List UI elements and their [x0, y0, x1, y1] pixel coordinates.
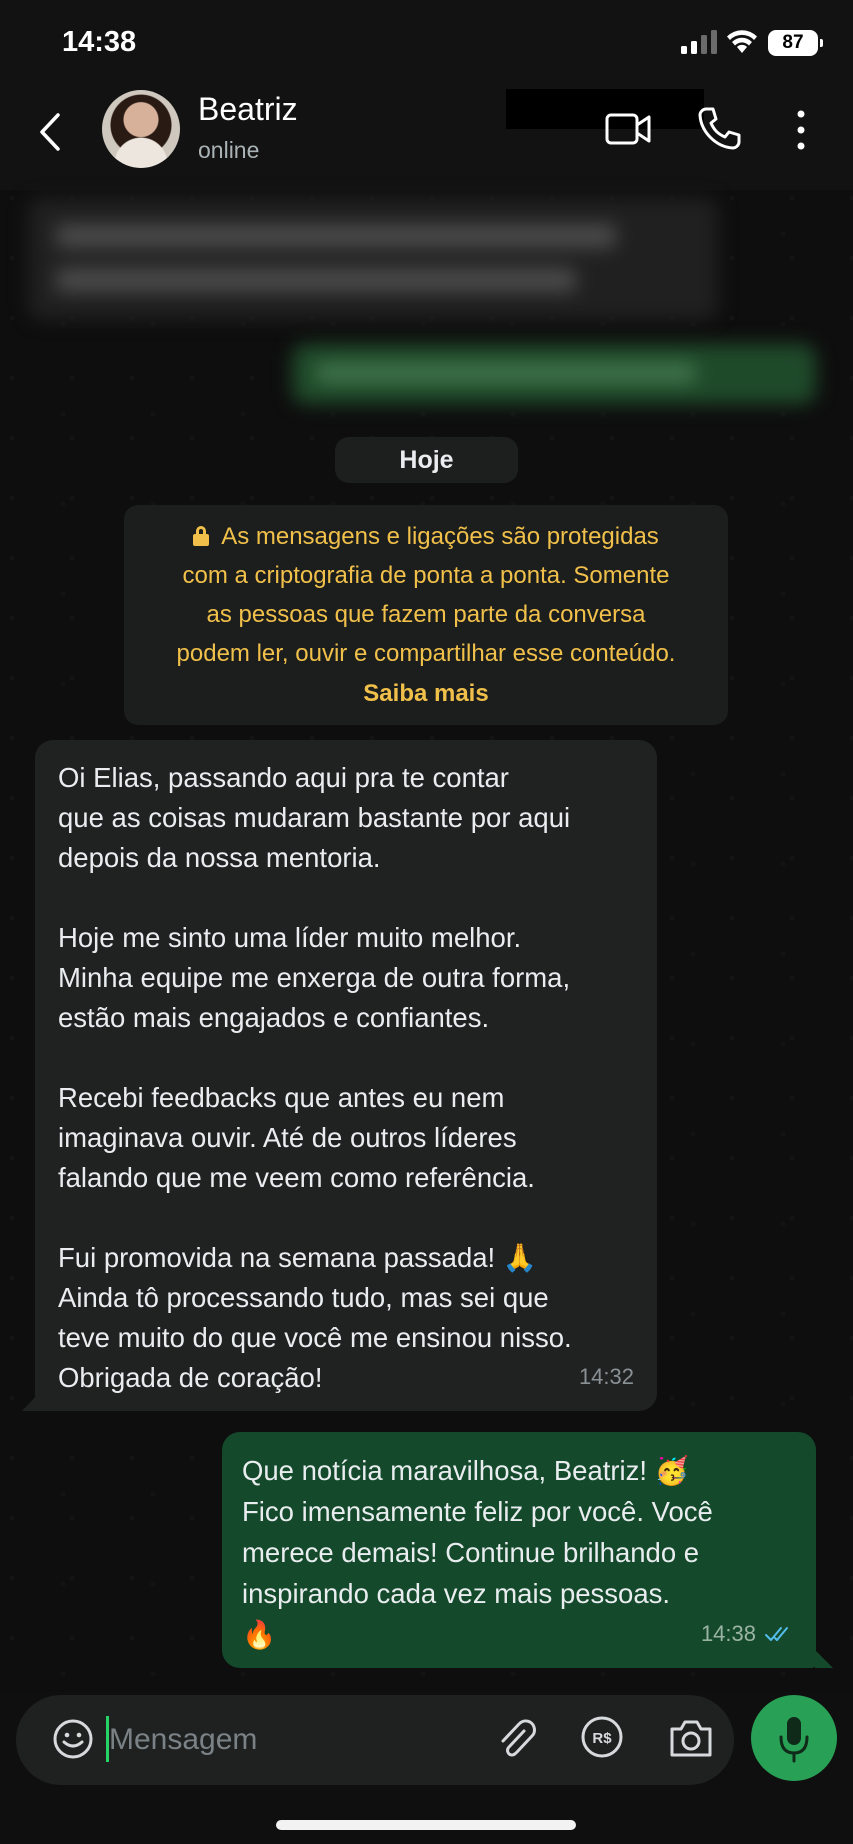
date-chip: Hoje: [335, 437, 518, 483]
message-input[interactable]: [109, 1707, 489, 1773]
avatar[interactable]: [102, 90, 180, 168]
pix-icon[interactable]: R$: [580, 1715, 624, 1759]
learn-more-link[interactable]: Saiba mais: [124, 674, 728, 713]
message-paragraph: Oi Elias, passando aqui pra te contar qu…: [58, 762, 571, 873]
svg-text:R$: R$: [592, 1730, 612, 1747]
chat-header: Beatriz online: [0, 85, 853, 190]
status-bar: 14:38 87: [0, 0, 853, 85]
double-check-icon: [765, 1626, 788, 1641]
message-paragraph: Recebi feedbacks que antes eu nem imagin…: [58, 1082, 535, 1193]
bubble-tail: [815, 1650, 833, 1668]
message-time: 14:32: [578, 1364, 634, 1389]
encryption-notice-text: As mensagens e ligações são protegidas c…: [176, 523, 676, 667]
incoming-message[interactable]: Oi Elias, passando aqui pra te contar qu…: [35, 740, 657, 1411]
outgoing-message[interactable]: Que notícia maravilhosa, Beatriz! 🥳 Fico…: [222, 1432, 816, 1668]
encryption-notice[interactable]: As mensagens e ligações são protegidas c…: [124, 505, 728, 725]
message-text: Que notícia maravilhosa, Beatriz! 🥳 Fico…: [242, 1455, 713, 1650]
emoji-icon[interactable]: [51, 1717, 95, 1761]
mic-icon: [779, 1717, 809, 1763]
composer-pill: R$: [16, 1695, 734, 1785]
message-paragraph: Hoje me sinto uma líder muito melhor. Mi…: [58, 922, 571, 1033]
message-meta: 14:38: [701, 1613, 794, 1654]
camera-icon[interactable]: [668, 1717, 714, 1759]
lock-icon: [193, 526, 210, 546]
status-time: 14:38: [62, 26, 137, 58]
signal-icon: [681, 30, 717, 54]
blurred-message: [292, 344, 816, 404]
attach-icon[interactable]: [494, 1717, 538, 1761]
video-call-icon[interactable]: [604, 109, 652, 149]
battery-level: 87: [782, 32, 804, 53]
message-time: 14:38: [700, 1621, 756, 1646]
contact-name-text: Beatriz: [198, 91, 298, 127]
home-indicator[interactable]: [276, 1820, 576, 1830]
back-icon[interactable]: [30, 107, 70, 157]
contact-name[interactable]: Beatriz: [198, 89, 704, 129]
mic-button[interactable]: [751, 1695, 837, 1781]
battery-icon: 87: [768, 30, 823, 56]
chat-screen: 14:38 87 Beatriz online Hoje As mensagen…: [0, 0, 853, 1844]
wifi-icon: [727, 30, 757, 53]
more-vertical-icon[interactable]: [790, 107, 812, 153]
phone-icon[interactable]: [696, 105, 742, 151]
message-paragraph: Fui promovida na semana passada! 🙏 Ainda…: [58, 1242, 572, 1393]
contact-status: online: [198, 137, 260, 163]
blurred-message: [28, 198, 718, 320]
